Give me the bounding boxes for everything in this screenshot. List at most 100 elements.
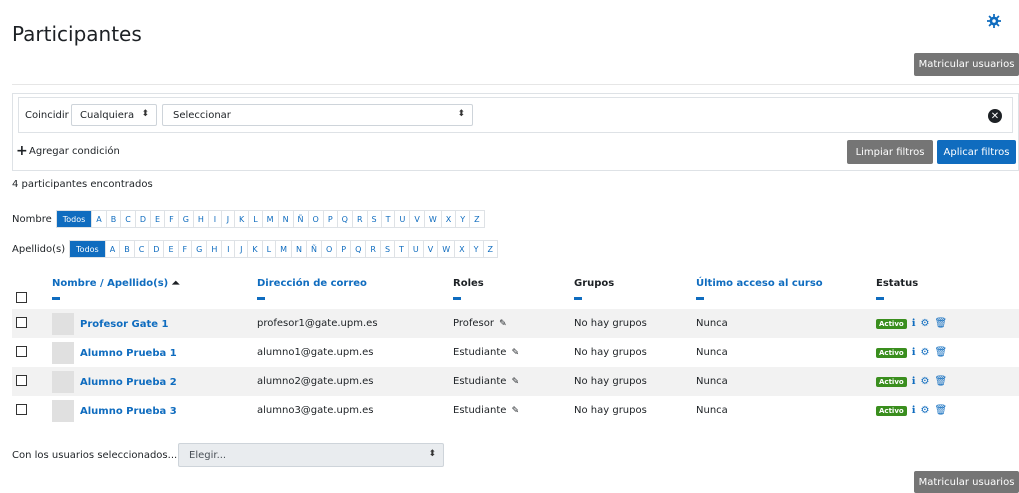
bulk-action-select[interactable]: Elegir... ⬍	[178, 443, 444, 467]
apply-filters-button[interactable]: Aplicar filtros	[937, 140, 1016, 164]
collapse-column-icon[interactable]	[876, 297, 884, 300]
first-name-initial-letter[interactable]: S	[368, 211, 382, 227]
last-name-initial-letter[interactable]: F	[179, 241, 193, 257]
last-name-initial-letter[interactable]: I	[222, 241, 236, 257]
row-checkbox[interactable]	[16, 345, 27, 357]
enrol-users-button[interactable]: Matricular usuarios	[914, 53, 1019, 76]
last-name-initial-letter[interactable]: M	[276, 241, 292, 257]
last-name-initial-letter[interactable]: W	[438, 241, 456, 257]
participant-name-link[interactable]: Profesor Gate 1	[80, 319, 168, 330]
first-name-initial-letter[interactable]: Z	[470, 211, 483, 227]
collapse-column-icon[interactable]	[696, 297, 704, 300]
remove-filter-icon[interactable]: ✕	[988, 109, 1002, 123]
participant-name-link[interactable]: Alumno Prueba 2	[80, 377, 177, 388]
plus-icon[interactable]: +	[16, 143, 28, 159]
last-name-initial-letter[interactable]: C	[135, 241, 150, 257]
gear-icon[interactable]	[987, 14, 1001, 28]
pencil-icon[interactable]: ✎	[499, 319, 507, 329]
last-name-initial-letter[interactable]: U	[409, 241, 424, 257]
first-name-initial-letter[interactable]: O	[309, 211, 324, 227]
participant-name-link[interactable]: Alumno Prueba 1	[80, 348, 177, 359]
last-name-initial-letter[interactable]: O	[322, 241, 338, 257]
collapse-column-icon[interactable]	[257, 297, 265, 300]
collapse-column-icon[interactable]	[574, 297, 582, 300]
last-name-initial-all[interactable]: Todos	[70, 241, 106, 257]
first-name-initial-letter[interactable]: K	[235, 211, 250, 227]
last-name-initial-letter[interactable]: S	[381, 241, 396, 257]
first-name-initial-letter[interactable]: V	[410, 211, 425, 227]
first-name-initial-letter[interactable]: D	[136, 211, 152, 227]
info-icon[interactable]: ℹ	[912, 318, 916, 329]
pencil-icon[interactable]: ✎	[512, 377, 520, 387]
avatar[interactable]	[52, 370, 74, 393]
pencil-icon[interactable]: ✎	[512, 348, 520, 358]
gear-icon[interactable]: ⚙	[921, 318, 930, 329]
last-name-initial-letter[interactable]: G	[192, 241, 208, 257]
last-name-initial-letter[interactable]: R	[366, 241, 381, 257]
first-name-initial-letter[interactable]: Ñ	[294, 211, 309, 227]
clear-filters-button[interactable]: Limpiar filtros	[847, 140, 933, 164]
trash-icon[interactable]: 🗑	[934, 318, 947, 329]
last-name-initial-letter[interactable]: Q	[351, 241, 367, 257]
name-column-header[interactable]: Nombre / Apellido(s) ⏶	[48, 275, 253, 309]
first-name-initial-letter[interactable]: U	[395, 211, 411, 227]
info-icon[interactable]: ℹ	[912, 376, 916, 387]
collapse-column-icon[interactable]	[52, 297, 60, 300]
avatar[interactable]	[52, 399, 74, 422]
first-name-initial-letter[interactable]: C	[121, 211, 136, 227]
email-sort-link[interactable]: Dirección de correo	[257, 278, 367, 289]
first-name-initial-letter[interactable]: A	[92, 211, 107, 227]
last-name-initial-letter[interactable]: H	[207, 241, 223, 257]
first-name-initial-all[interactable]: Todos	[56, 211, 93, 227]
first-name-initial-letter[interactable]: Q	[338, 211, 353, 227]
avatar[interactable]	[52, 341, 74, 364]
trash-icon[interactable]: 🗑	[934, 376, 947, 387]
row-checkbox[interactable]	[16, 316, 27, 328]
last-name-initial-letter[interactable]: V	[424, 241, 439, 257]
row-checkbox[interactable]	[16, 374, 27, 386]
first-name-initial-letter[interactable]: J	[222, 211, 235, 227]
first-name-initial-letter[interactable]: M	[263, 211, 279, 227]
first-name-initial-letter[interactable]: W	[425, 211, 442, 227]
collapse-column-icon[interactable]	[453, 297, 461, 300]
last-access-column-header[interactable]: Último acceso al curso	[692, 275, 872, 309]
first-name-initial-letter[interactable]: N	[279, 211, 294, 227]
trash-icon[interactable]: 🗑	[934, 405, 947, 416]
first-name-initial-letter[interactable]: T	[382, 211, 396, 227]
gear-icon[interactable]: ⚙	[921, 376, 930, 387]
last-name-initial-letter[interactable]: N	[292, 241, 307, 257]
row-checkbox[interactable]	[16, 403, 27, 415]
info-icon[interactable]: ℹ	[912, 347, 916, 358]
last-name-initial-letter[interactable]: Z	[484, 241, 497, 257]
gear-icon[interactable]: ⚙	[921, 347, 930, 358]
gear-icon[interactable]: ⚙	[921, 405, 930, 416]
last-name-initial-letter[interactable]: E	[164, 241, 179, 257]
first-name-initial-letter[interactable]: B	[107, 211, 122, 227]
participant-name-link[interactable]: Alumno Prueba 3	[80, 406, 177, 417]
match-select[interactable]: Cualquiera ⬍	[71, 104, 157, 126]
first-name-initial-letter[interactable]: Y	[456, 211, 471, 227]
last-name-initial-letter[interactable]: B	[120, 241, 135, 257]
last-name-initial-letter[interactable]: A	[106, 241, 121, 257]
first-name-initial-letter[interactable]: H	[194, 211, 209, 227]
email-column-header[interactable]: Dirección de correo	[253, 275, 449, 309]
first-name-initial-letter[interactable]: G	[179, 211, 194, 227]
filter-type-select[interactable]: Seleccionar ⬍	[162, 104, 473, 126]
info-icon[interactable]: ℹ	[912, 405, 916, 416]
first-name-initial-letter[interactable]: I	[209, 211, 222, 227]
last-name-initial-letter[interactable]: L	[263, 241, 277, 257]
last-access-sort-link[interactable]: Último acceso al curso	[696, 278, 823, 289]
first-name-initial-letter[interactable]: L	[249, 211, 263, 227]
last-name-initial-letter[interactable]: Y	[470, 241, 484, 257]
last-name-initial-letter[interactable]: D	[149, 241, 165, 257]
last-name-initial-letter[interactable]: J	[235, 241, 249, 257]
avatar[interactable]	[52, 312, 74, 335]
select-all-checkbox[interactable]	[16, 292, 27, 303]
last-name-initial-letter[interactable]: Ñ	[307, 241, 322, 257]
first-name-initial-letter[interactable]: P	[324, 211, 338, 227]
last-name-initial-letter[interactable]: T	[395, 241, 409, 257]
first-name-initial-letter[interactable]: F	[165, 211, 179, 227]
last-name-initial-letter[interactable]: X	[455, 241, 470, 257]
last-name-initial-letter[interactable]: K	[248, 241, 263, 257]
first-name-initial-letter[interactable]: X	[442, 211, 457, 227]
